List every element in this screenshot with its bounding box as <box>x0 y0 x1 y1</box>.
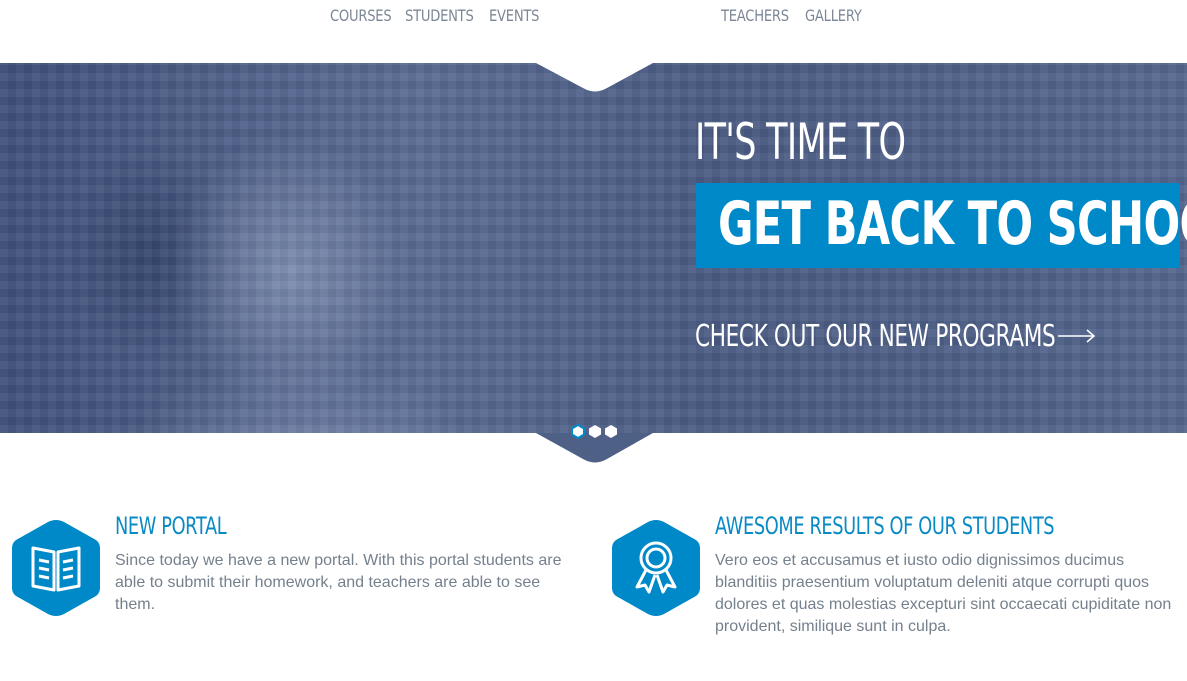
slider-dot-3[interactable] <box>604 424 618 439</box>
hero-top-notch <box>536 63 653 92</box>
nav-item-teachers[interactable]: TEACHERS <box>721 6 789 25</box>
nav-item-events[interactable]: EVENTS <box>489 6 539 25</box>
nav-item-courses[interactable]: COURSES <box>330 6 392 25</box>
hero-title: GET BACK TO SCHOOL <box>718 189 1187 259</box>
hero-cta-link[interactable]: CHECK OUT OUR NEW PROGRAMS <box>695 315 1105 359</box>
hero-slider: IT'S TIME TO GET BACK TO SCHOOL CHECK OU… <box>0 63 1187 433</box>
slider-dots <box>571 424 621 440</box>
feature-hexagon <box>612 520 700 616</box>
nav-item-gallery[interactable]: GALLERY <box>805 6 862 25</box>
slider-dot-2[interactable] <box>588 424 602 439</box>
feature-text: Vero eos et accusamus et iusto odio dign… <box>715 552 1172 635</box>
nav-item-students[interactable]: STUDENTS <box>405 6 474 25</box>
feature-text: Since today we have a new portal. With t… <box>115 552 562 613</box>
feature-title: AWESOME RESULTS OF OUR STUDENTS <box>715 512 1055 540</box>
feature-title: NEW PORTAL <box>115 512 227 540</box>
feature-new-portal: NEW PORTAL Since today we have a new por… <box>10 510 580 650</box>
hero-cta-label: CHECK OUT OUR NEW PROGRAMS <box>695 319 1056 354</box>
arrow-right-icon <box>1058 329 1096 343</box>
feature-hexagon <box>12 520 100 616</box>
feature-awesome-results: AWESOME RESULTS OF OUR STUDENTS Vero eos… <box>610 510 1180 650</box>
hero-title-banner: GET BACK TO SCHOOL <box>696 183 1187 268</box>
main-nav: COURSES STUDENTS EVENTS TEACHERS GALLERY <box>0 0 1187 63</box>
slider-dot-1[interactable] <box>571 424 585 439</box>
hero-pretitle: IT'S TIME TO <box>695 113 906 171</box>
